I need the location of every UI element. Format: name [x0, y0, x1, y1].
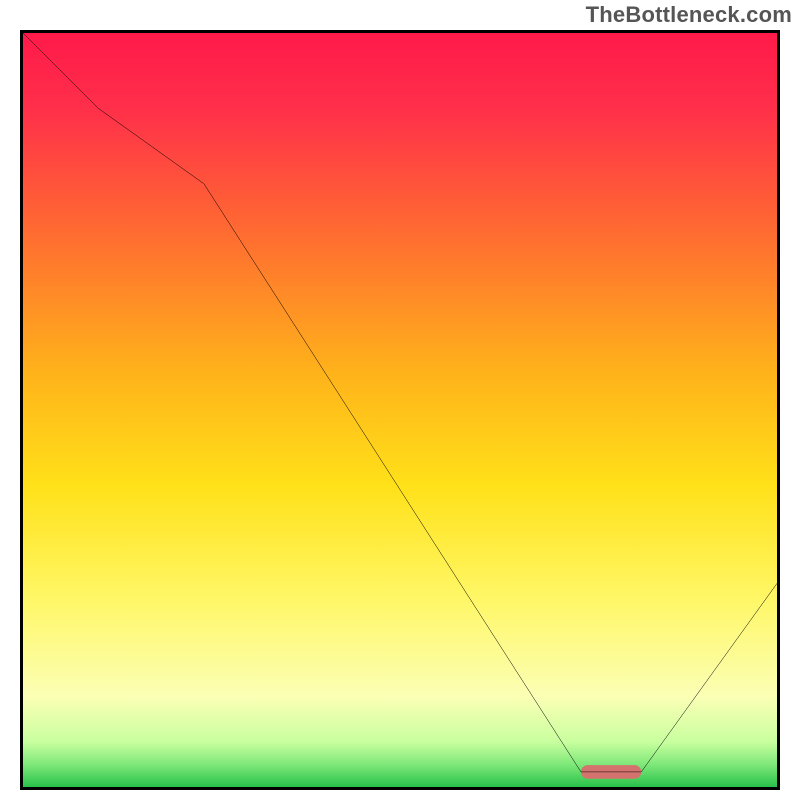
chart-svg	[23, 33, 777, 787]
gradient-rect	[23, 33, 777, 787]
watermark-label: TheBottleneck.com	[586, 2, 792, 28]
plot-area	[20, 30, 780, 790]
chart-frame: TheBottleneck.com	[0, 0, 800, 800]
